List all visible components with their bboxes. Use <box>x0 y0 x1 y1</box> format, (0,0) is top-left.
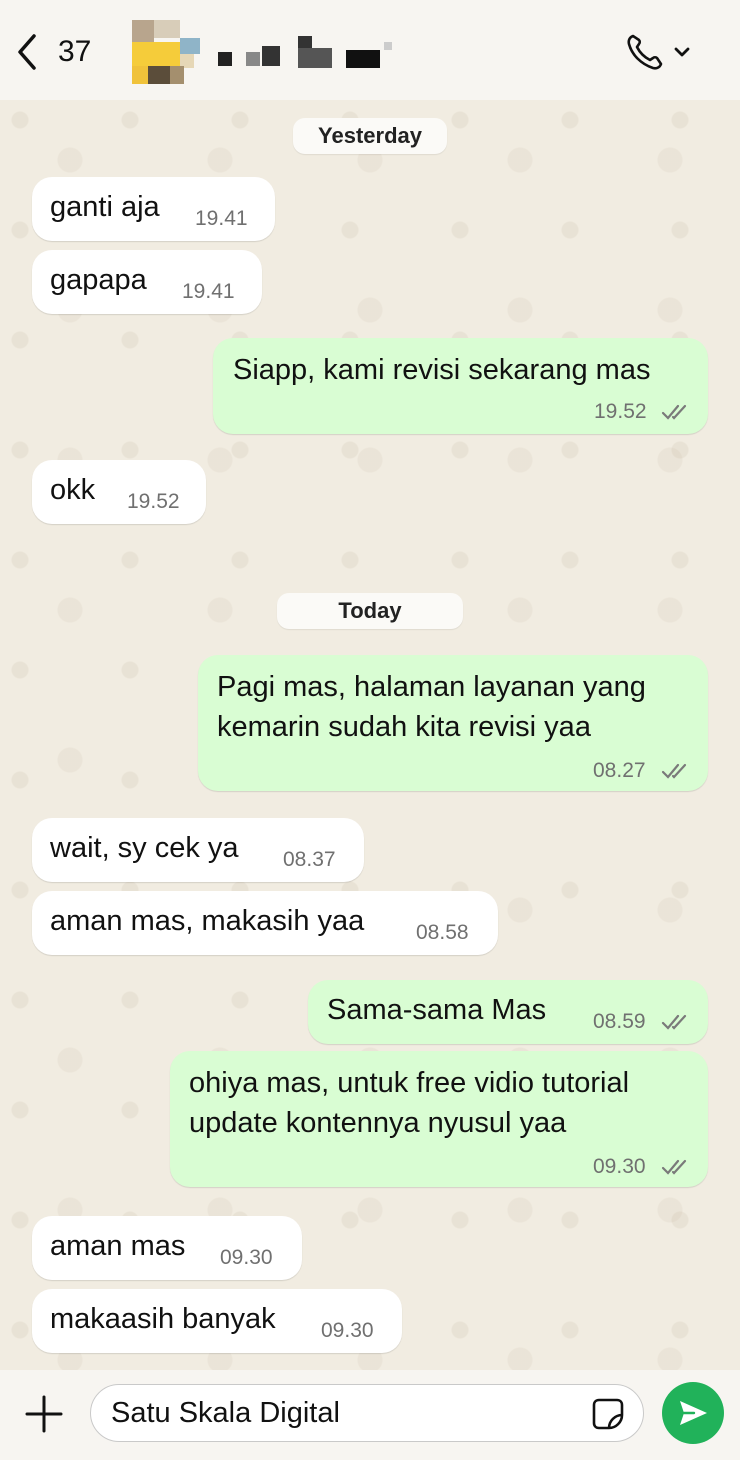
sticker-icon[interactable] <box>591 1397 625 1431</box>
date-separator: Today <box>277 593 463 629</box>
message-time: 08.59 <box>593 1010 646 1033</box>
chevron-down-icon <box>674 47 690 57</box>
message-time: 19.52 <box>594 400 647 423</box>
unread-count: 37 <box>58 35 92 68</box>
message-text: aman mas, makasih yaa <box>50 905 365 937</box>
message-time: 19.52 <box>127 490 180 513</box>
read-receipt-icon <box>661 763 687 779</box>
message-time: 08.58 <box>416 921 469 944</box>
send-button[interactable] <box>662 1382 724 1444</box>
message-text: update kontennya nyusul yaa <box>189 1107 567 1139</box>
composer-bar: Satu Skala Digital <box>0 1370 740 1460</box>
message-text: aman mas <box>50 1230 186 1262</box>
message-text: Pagi mas, halaman layanan yang <box>217 671 646 703</box>
message-text: Sama-sama Mas <box>327 994 547 1026</box>
message-input[interactable]: Satu Skala Digital <box>90 1384 644 1442</box>
incoming-message[interactable]: wait, sy cek ya 08.37 <box>32 818 364 882</box>
message-list[interactable]: Yesterday ganti aja 19.41 gapapa 19.41 S… <box>0 100 740 1370</box>
message-text: ohiya mas, untuk free vidio tutorial <box>189 1067 630 1099</box>
message-text: makaasih banyak <box>50 1303 276 1335</box>
date-separator: Yesterday <box>293 118 447 154</box>
outgoing-message[interactable]: Sama-sama Mas 08.59 <box>308 980 708 1044</box>
incoming-message[interactable]: ganti aja 19.41 <box>32 177 275 241</box>
contact-name[interactable] <box>212 34 392 70</box>
message-time: 19.41 <box>182 280 235 303</box>
incoming-message[interactable]: aman mas, makasih yaa 08.58 <box>32 891 498 955</box>
message-time: 08.37 <box>283 848 336 871</box>
outgoing-message[interactable]: Siapp, kami revisi sekarang mas 19.52 <box>213 338 708 434</box>
message-text: wait, sy cek ya <box>50 832 239 864</box>
incoming-message[interactable]: makaasih banyak 09.30 <box>32 1289 402 1353</box>
chat-header: 37 <box>0 0 740 100</box>
call-button[interactable] <box>624 30 700 74</box>
message-text: Siapp, kami revisi sekarang mas <box>233 354 651 386</box>
send-icon <box>680 1401 707 1425</box>
read-receipt-icon <box>661 1014 687 1030</box>
message-text: kemarin sudah kita revisi yaa <box>217 711 591 743</box>
message-time: 09.30 <box>220 1246 273 1269</box>
message-time: 09.30 <box>321 1319 374 1342</box>
plus-icon[interactable] <box>24 1394 64 1434</box>
message-text: okk <box>50 474 96 506</box>
incoming-message[interactable]: gapapa 19.41 <box>32 250 262 314</box>
read-receipt-icon <box>661 404 687 420</box>
phone-icon <box>627 34 663 70</box>
message-text: ganti aja <box>50 191 160 223</box>
read-receipt-icon <box>661 1159 687 1175</box>
message-time: 19.41 <box>195 207 248 230</box>
message-time: 08.27 <box>593 759 646 782</box>
message-time: 09.30 <box>593 1155 646 1178</box>
message-text: gapapa <box>50 264 147 296</box>
contact-avatar[interactable] <box>132 20 200 84</box>
outgoing-message[interactable]: ohiya mas, untuk free vidio tutorial upd… <box>170 1051 708 1187</box>
outgoing-message[interactable]: Pagi mas, halaman layanan yang kemarin s… <box>198 655 708 791</box>
chevron-left-icon <box>18 34 36 70</box>
message-input-value: Satu Skala Digital <box>111 1397 340 1429</box>
back-button[interactable]: 37 <box>14 30 104 74</box>
incoming-message[interactable]: okk 19.52 <box>32 460 206 524</box>
incoming-message[interactable]: aman mas 09.30 <box>32 1216 302 1280</box>
